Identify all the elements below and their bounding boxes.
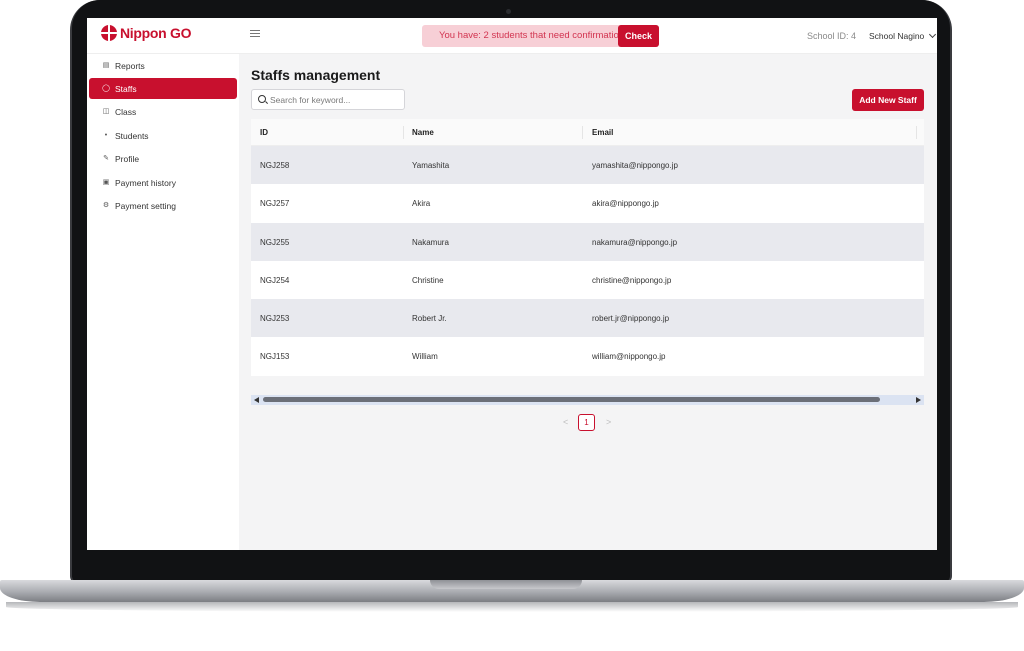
pagination-page-button[interactable]: 1 <box>578 414 595 431</box>
cell-email: robert.jr@nippongo.jp <box>592 314 670 324</box>
book-icon: ◫ <box>102 107 110 115</box>
check-button[interactable]: Check <box>618 25 659 47</box>
menu-toggle-icon[interactable] <box>250 30 260 40</box>
pagination-prev-button[interactable]: < <box>563 417 568 427</box>
school-name: School Nagino <box>869 31 925 41</box>
cell-id: NGJ254 <box>260 275 290 285</box>
logo-icon <box>101 25 117 41</box>
sidebar-item-label: Class <box>115 106 137 117</box>
column-header-email[interactable]: Email <box>592 128 613 137</box>
chevron-down-icon <box>929 30 937 39</box>
table-row[interactable]: NGJ153 William william@nippongo.jp <box>251 337 924 376</box>
top-bar: Nippon GO You have: 2 students that need… <box>87 18 937 54</box>
cell-name: Yamashita <box>412 161 450 170</box>
main-content: Staffs management Add New Staff ID Name … <box>239 54 937 550</box>
scrollbar-thumb[interactable] <box>263 397 880 402</box>
cell-id: NGJ258 <box>260 161 290 170</box>
column-header-name[interactable]: Name <box>412 128 434 137</box>
scroll-right-icon[interactable] <box>916 397 921 403</box>
sidebar-item-payment-history[interactable]: ▣ Payment history <box>89 172 237 193</box>
table-row[interactable]: NGJ253 Robert Jr. robert.jr@nippongo.jp <box>251 299 924 338</box>
cell-email: nakamura@nippongo.jp <box>592 237 678 247</box>
column-divider <box>582 126 583 139</box>
page-title: Staffs management <box>251 67 381 83</box>
sidebar-item-label: Students <box>115 130 149 141</box>
sidebar-item-staffs[interactable]: ◯ Staffs <box>89 78 237 99</box>
column-header-id[interactable]: ID <box>260 128 268 137</box>
laptop-shadow <box>6 602 1018 612</box>
pagination: < 1 > <box>559 414 619 431</box>
cell-name: Christine <box>412 275 444 285</box>
pagination-next-button[interactable]: > <box>606 417 611 427</box>
logo[interactable]: Nippon GO <box>101 25 191 41</box>
student-icon: • <box>104 131 108 139</box>
table-header: ID Name Email <box>251 119 924 146</box>
search-input[interactable] <box>270 93 400 107</box>
column-divider <box>403 126 404 139</box>
column-divider <box>916 126 917 139</box>
sidebar: ▤ Reports ◯ Staffs ◫ Class • Students ✎ … <box>87 54 239 550</box>
sidebar-item-label: Payment setting <box>115 200 176 211</box>
table-row[interactable]: NGJ258 Yamashita yamashita@nippongo.jp <box>251 146 924 185</box>
logo-text: Nippon GO <box>120 25 192 41</box>
horizontal-scrollbar[interactable] <box>251 395 924 405</box>
cell-name: Nakamura <box>412 237 449 247</box>
table-row[interactable]: NGJ254 Christine christine@nippongo.jp <box>251 260 924 300</box>
user-icon: ◯ <box>102 84 110 92</box>
laptop-notch <box>430 580 582 589</box>
cell-id: NGJ257 <box>260 199 290 209</box>
gear-icon: ⚙ <box>102 201 110 209</box>
cell-name: William <box>412 352 438 362</box>
search-icon <box>258 95 266 103</box>
card-icon: ▣ <box>102 178 110 186</box>
scroll-left-icon[interactable] <box>254 397 259 403</box>
add-new-staff-button[interactable]: Add New Staff <box>852 89 924 111</box>
cell-email: william@nippongo.jp <box>592 352 666 362</box>
sidebar-item-label: Payment history <box>115 177 176 188</box>
sidebar-item-reports[interactable]: ▤ Reports <box>89 55 237 76</box>
sidebar-item-label: Profile <box>115 153 140 164</box>
report-icon: ▤ <box>102 61 110 69</box>
sidebar-item-payment-setting[interactable]: ⚙ Payment setting <box>89 195 237 216</box>
cell-email: yamashita@nippongo.jp <box>592 161 678 170</box>
sidebar-item-class[interactable]: ◫ Class <box>89 101 237 122</box>
edit-icon: ✎ <box>103 154 109 162</box>
notice-text: You have: 2 students that need confirmat… <box>439 30 625 41</box>
staff-table: ID Name Email NGJ258 Yamashita yamashita… <box>251 119 924 376</box>
school-id: School ID: 4 <box>807 31 857 41</box>
cell-id: NGJ253 <box>260 314 290 324</box>
camera <box>506 9 511 14</box>
search-box[interactable] <box>251 89 405 110</box>
school-selector[interactable]: School Nagino <box>869 30 937 41</box>
sidebar-item-profile[interactable]: ✎ Profile <box>89 148 237 169</box>
sidebar-item-label: Reports <box>115 60 145 71</box>
sidebar-item-label: Staffs <box>115 83 137 94</box>
cell-name: Robert Jr. <box>412 314 447 324</box>
table-row[interactable]: NGJ255 Nakamura nakamura@nippongo.jp <box>251 222 924 261</box>
confirmation-notice: You have: 2 students that need confirmat… <box>422 25 659 47</box>
cell-name: Akira <box>412 199 431 209</box>
cell-email: christine@nippongo.jp <box>592 275 672 285</box>
cell-email: akira@nippongo.jp <box>592 199 659 209</box>
app-screen: Nippon GO You have: 2 students that need… <box>87 18 937 550</box>
sidebar-item-students[interactable]: • Students <box>89 125 237 146</box>
cell-id: NGJ153 <box>260 352 290 362</box>
cell-id: NGJ255 <box>260 237 290 247</box>
table-row[interactable]: NGJ257 Akira akira@nippongo.jp <box>251 184 924 223</box>
